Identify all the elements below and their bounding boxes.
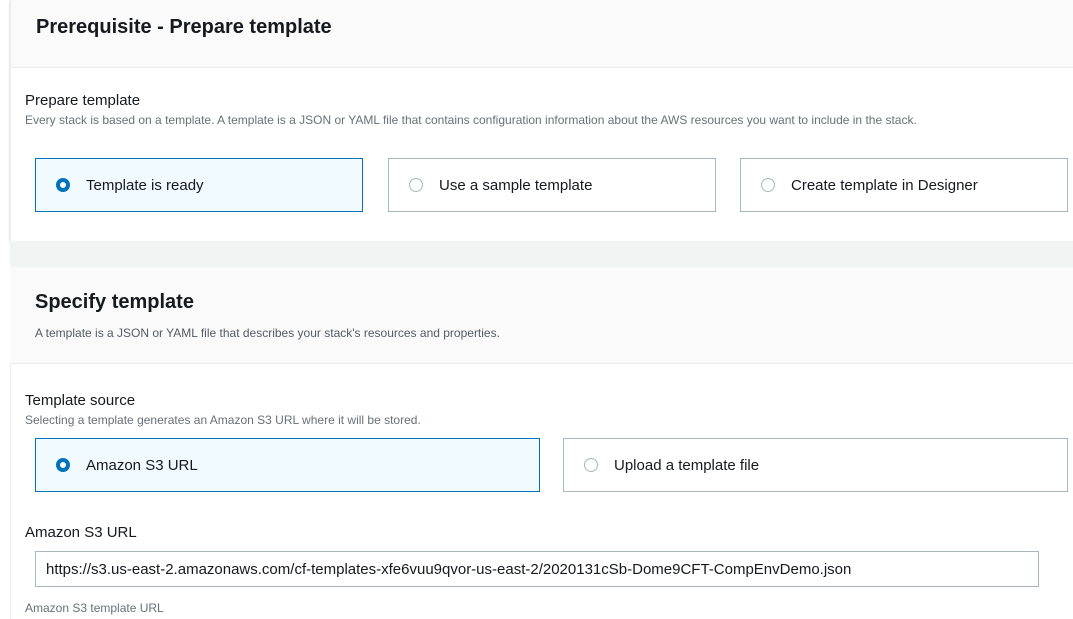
option-upload-template-file[interactable]: Upload a template file [563, 438, 1068, 492]
s3-url-hint-field: Amazon S3 template URL [25, 598, 164, 616]
option-label: Use a sample template [439, 176, 593, 194]
prerequisite-header: Prerequisite - Prepare template [11, 0, 1073, 68]
template-source-label: Template source [25, 392, 136, 409]
option-use-sample-template[interactable]: Use a sample template [388, 158, 716, 212]
template-source-field: Template source Selecting a template gen… [25, 392, 1065, 428]
radio-checked-icon [56, 178, 70, 192]
radio-unchecked-icon [761, 178, 775, 192]
specify-template-description: A template is a JSON or YAML file that d… [35, 326, 500, 340]
s3-url-label: Amazon S3 URL [25, 524, 137, 541]
s3-url-input[interactable] [35, 551, 1039, 587]
prepare-template-label: Prepare template [25, 92, 141, 109]
option-template-is-ready[interactable]: Template is ready [35, 158, 363, 212]
prerequisite-title: Prerequisite - Prepare template [36, 16, 332, 38]
option-amazon-s3-url[interactable]: Amazon S3 URL [35, 438, 540, 492]
radio-checked-icon [56, 458, 70, 472]
specify-template-title: Specify template [35, 291, 194, 313]
option-label: Amazon S3 URL [86, 456, 198, 474]
s3-url-field: Amazon S3 URL [25, 524, 137, 542]
option-label: Create template in Designer [791, 176, 978, 194]
radio-unchecked-icon [409, 178, 423, 192]
specify-template-header: Specify template A template is a JSON or… [10, 267, 1073, 364]
option-create-template-designer[interactable]: Create template in Designer [740, 158, 1068, 212]
prepare-template-field: Prepare template Every stack is based on… [25, 92, 1065, 128]
radio-unchecked-icon [584, 458, 598, 472]
section-divider [10, 241, 1073, 267]
option-label: Upload a template file [614, 456, 760, 474]
prepare-template-description: Every stack is based on a template. A te… [25, 113, 917, 127]
template-source-description: Selecting a template generates an Amazon… [25, 413, 421, 427]
s3-url-hint: Amazon S3 template URL [25, 601, 164, 615]
option-label: Template is ready [86, 176, 204, 194]
